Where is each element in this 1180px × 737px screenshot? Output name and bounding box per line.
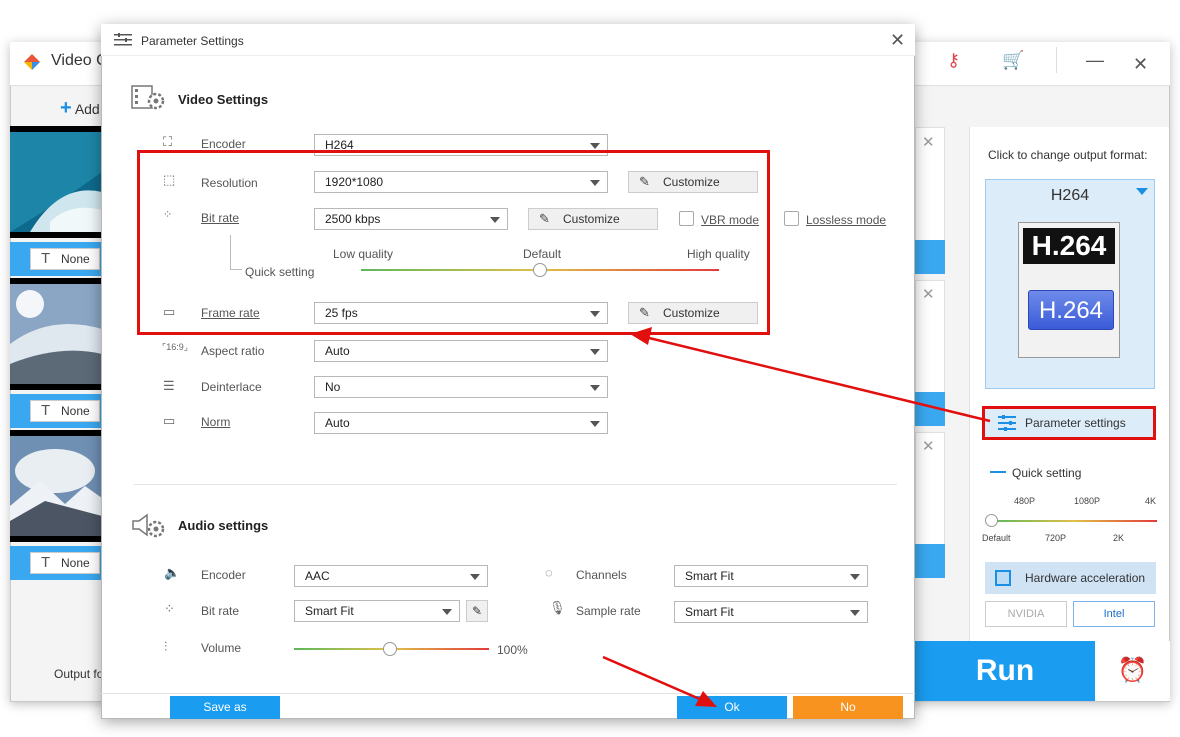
- arrowhead-icon: [630, 327, 652, 345]
- arrow-to-highlight: [644, 335, 991, 423]
- arrow-to-ok: [602, 655, 703, 702]
- annotation-arrows: [602, 327, 991, 707]
